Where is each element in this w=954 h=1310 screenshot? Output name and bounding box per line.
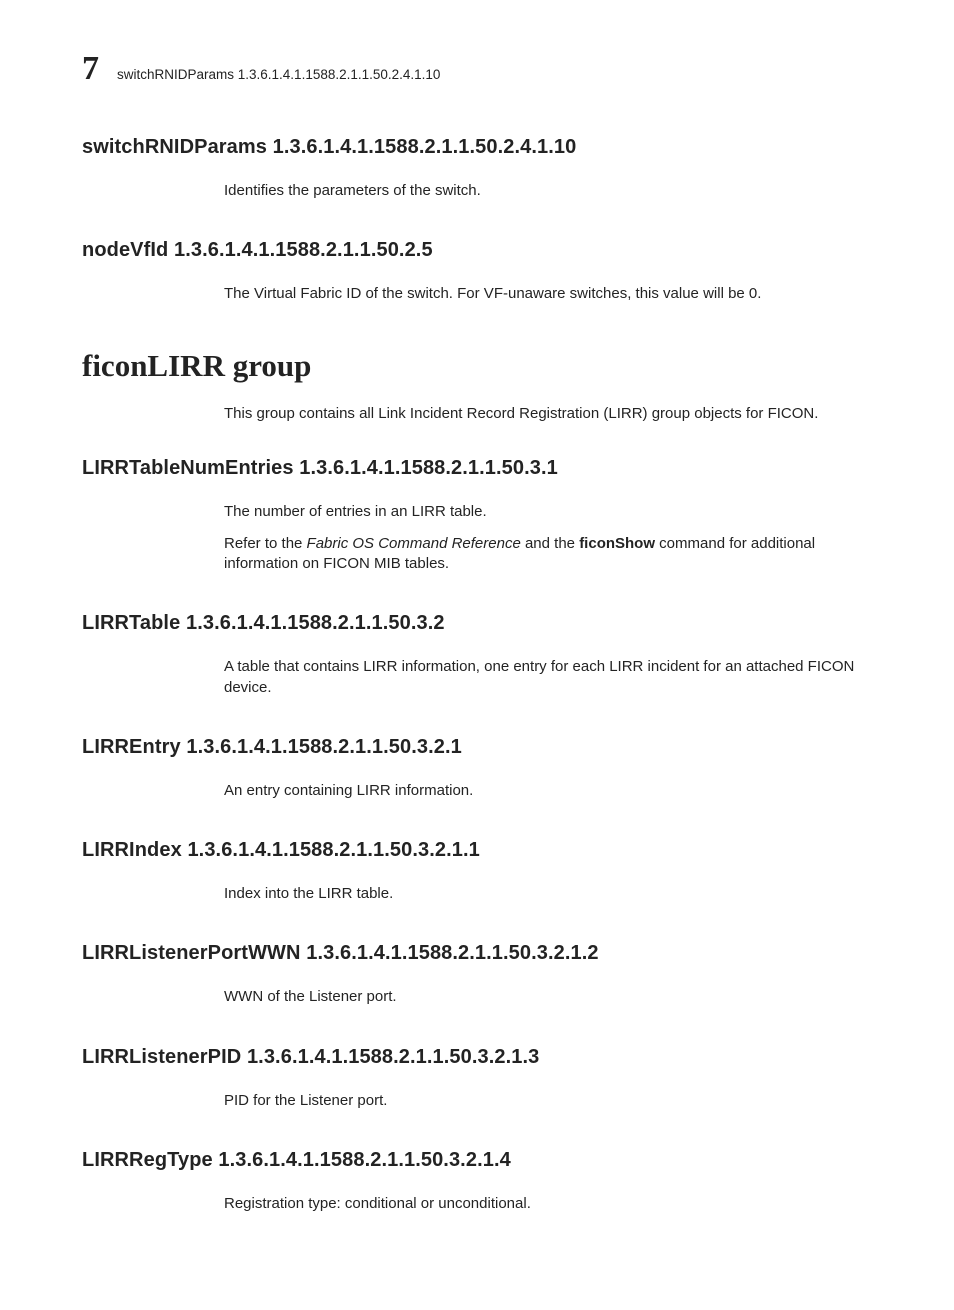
section-nodeVfId: nodeVfId 1.3.6.1.4.1.1588.2.1.1.50.2.5 T… (82, 237, 874, 304)
heading-LIRRIndex: LIRRIndex 1.3.6.1.4.1.1588.2.1.1.50.3.2.… (82, 837, 874, 864)
page: 7 switchRNIDParams 1.3.6.1.4.1.1588.2.1.… (0, 0, 954, 1310)
paragraph: Identifies the parameters of the switch. (224, 181, 874, 201)
section-switchRNIDParams: switchRNIDParams 1.3.6.1.4.1.1588.2.1.1.… (82, 134, 874, 201)
heading-LIRREntry: LIRREntry 1.3.6.1.4.1.1588.2.1.1.50.3.2.… (82, 734, 874, 761)
body-LIRREntry: An entry containing LIRR information. (224, 781, 874, 801)
running-head-title: switchRNIDParams 1.3.6.1.4.1.1588.2.1.1.… (117, 66, 440, 84)
paragraph: The number of entries in an LIRR table. (224, 502, 874, 522)
body-switchRNIDParams: Identifies the parameters of the switch. (224, 181, 874, 201)
chapter-number: 7 (82, 52, 99, 86)
heading-LIRRListenerPID: LIRRListenerPID 1.3.6.1.4.1.1588.2.1.1.5… (82, 1044, 874, 1071)
body-LIRRListenerPortWWN: WWN of the Listener port. (224, 987, 874, 1007)
emphasis-text: Fabric OS Command Reference (307, 535, 521, 552)
heading-switchRNIDParams: switchRNIDParams 1.3.6.1.4.1.1588.2.1.1.… (82, 134, 874, 161)
section-LIRRIndex: LIRRIndex 1.3.6.1.4.1.1588.2.1.1.50.3.2.… (82, 837, 874, 904)
section-LIRRTableNumEntries: LIRRTableNumEntries 1.3.6.1.4.1.1588.2.1… (82, 455, 874, 575)
group-intro: This group contains all Link Incident Re… (224, 404, 874, 424)
body-LIRRListenerPID: PID for the Listener port. (224, 1091, 874, 1111)
heading-LIRRRegType: LIRRRegType 1.3.6.1.4.1.1588.2.1.1.50.3.… (82, 1147, 874, 1174)
paragraph: Refer to the Fabric OS Command Reference… (224, 534, 874, 575)
group-intro-block: This group contains all Link Incident Re… (82, 404, 874, 424)
body-nodeVfId: The Virtual Fabric ID of the switch. For… (224, 284, 874, 304)
heading-LIRRListenerPortWWN: LIRRListenerPortWWN 1.3.6.1.4.1.1588.2.1… (82, 940, 874, 967)
body-LIRRRegType: Registration type: conditional or uncond… (224, 1194, 874, 1214)
body-LIRRIndex: Index into the LIRR table. (224, 884, 874, 904)
running-head: 7 switchRNIDParams 1.3.6.1.4.1.1588.2.1.… (82, 52, 874, 86)
section-LIRRListenerPortWWN: LIRRListenerPortWWN 1.3.6.1.4.1.1588.2.1… (82, 940, 874, 1007)
text-run: Refer to the (224, 535, 307, 552)
bold-text: ficonShow (579, 535, 655, 552)
body-LIRRTable: A table that contains LIRR information, … (224, 657, 874, 698)
section-LIRRListenerPID: LIRRListenerPID 1.3.6.1.4.1.1588.2.1.1.5… (82, 1044, 874, 1111)
heading-ficonLIRR-group: ficonLIRR group (82, 345, 874, 387)
paragraph: An entry containing LIRR information. (224, 781, 874, 801)
heading-LIRRTable: LIRRTable 1.3.6.1.4.1.1588.2.1.1.50.3.2 (82, 610, 874, 637)
heading-nodeVfId: nodeVfId 1.3.6.1.4.1.1588.2.1.1.50.2.5 (82, 237, 874, 264)
paragraph: This group contains all Link Incident Re… (224, 404, 874, 424)
section-LIRREntry: LIRREntry 1.3.6.1.4.1.1588.2.1.1.50.3.2.… (82, 734, 874, 801)
paragraph: A table that contains LIRR information, … (224, 657, 874, 698)
section-LIRRTable: LIRRTable 1.3.6.1.4.1.1588.2.1.1.50.3.2 … (82, 610, 874, 698)
body-LIRRTableNumEntries: The number of entries in an LIRR table. … (224, 502, 874, 575)
paragraph: The Virtual Fabric ID of the switch. For… (224, 284, 874, 304)
section-LIRRRegType: LIRRRegType 1.3.6.1.4.1.1588.2.1.1.50.3.… (82, 1147, 874, 1214)
paragraph: Registration type: conditional or uncond… (224, 1194, 874, 1214)
text-run: and the (521, 535, 579, 552)
heading-LIRRTableNumEntries: LIRRTableNumEntries 1.3.6.1.4.1.1588.2.1… (82, 455, 874, 482)
paragraph: PID for the Listener port. (224, 1091, 874, 1111)
paragraph: WWN of the Listener port. (224, 987, 874, 1007)
paragraph: Index into the LIRR table. (224, 884, 874, 904)
